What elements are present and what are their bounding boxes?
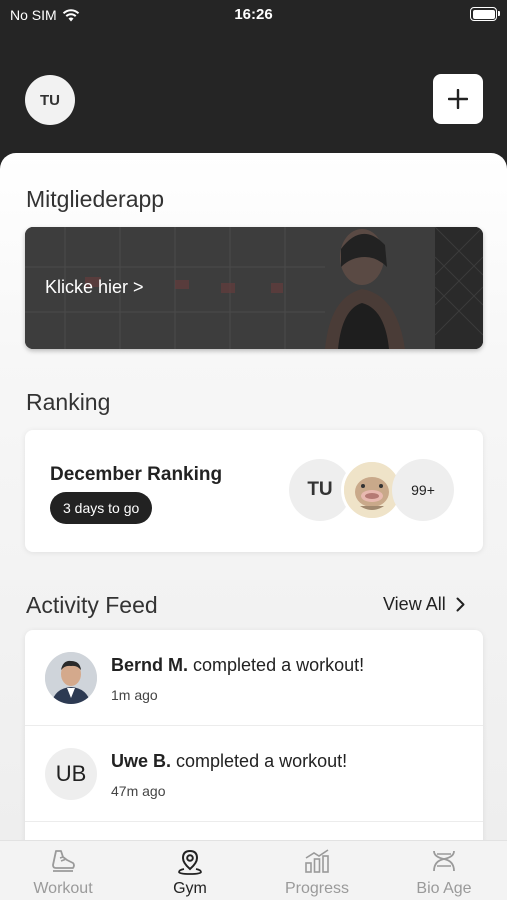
tab-label: Progress xyxy=(284,880,350,897)
list-item[interactable]: Bernd M. completed a workout! 1m ago xyxy=(25,630,483,726)
dna-icon xyxy=(433,850,455,872)
location-pin-icon xyxy=(178,849,202,875)
ranking-card[interactable]: December Ranking 3 days to go TU 99+ xyxy=(25,430,483,552)
tab-label: Workout xyxy=(33,880,93,897)
activity-time: 1m ago xyxy=(111,687,158,703)
activity-action: completed a workout! xyxy=(176,751,348,771)
ranking-card-title: December Ranking xyxy=(50,464,223,485)
banner-cta-link[interactable]: Klicke hier > xyxy=(45,277,144,298)
add-button[interactable] xyxy=(433,74,483,124)
tab-label: Bio Age xyxy=(416,880,472,897)
view-all-label: View All xyxy=(383,594,446,614)
member-app-banner[interactable]: Klicke hier > xyxy=(25,227,483,349)
shoe-icon xyxy=(52,850,75,872)
avatar: UB xyxy=(45,748,97,800)
tab-label: Gym xyxy=(173,880,207,897)
user-avatar-button[interactable]: TU xyxy=(25,75,75,125)
activity-time: 47m ago xyxy=(111,783,166,799)
view-all-link[interactable]: View All xyxy=(383,594,465,615)
activity-feed-card: Bernd M. completed a workout! 1m ago UB … xyxy=(25,630,483,843)
more-participants-badge: 99+ xyxy=(392,459,454,521)
ranking-heading: Ranking xyxy=(26,389,111,415)
tab-bio-age[interactable]: Bio Age xyxy=(381,841,507,900)
bottom-tab-bar: Workout Gym Progress Bio Age xyxy=(0,840,507,900)
tab-gym[interactable]: Gym xyxy=(127,841,253,900)
tab-workout[interactable]: Workout xyxy=(0,841,126,900)
status-bar: No SIM 16:26 xyxy=(0,0,507,30)
activity-text: Uwe B. completed a workout! xyxy=(111,751,347,772)
activity-text: Bernd M. completed a workout! xyxy=(111,655,364,676)
clock: 16:26 xyxy=(234,6,273,23)
activity-user-name: Bernd M. xyxy=(111,655,189,675)
activity-action: completed a workout! xyxy=(193,655,365,675)
main-content: Mitgliederapp Klicke hier > Ranking Dece… xyxy=(0,153,507,843)
plus-icon xyxy=(448,89,468,109)
chevron-right-icon xyxy=(456,597,465,612)
avatar xyxy=(45,652,97,704)
battery-icon xyxy=(470,7,500,21)
bar-chart-icon xyxy=(305,849,329,873)
activity-user-name: Uwe B. xyxy=(111,751,172,771)
tab-progress[interactable]: Progress xyxy=(254,841,380,900)
activity-feed-heading: Activity Feed xyxy=(26,592,158,618)
app-header: TU xyxy=(0,30,507,155)
list-item[interactable]: UB Uwe B. completed a workout! 47m ago xyxy=(25,726,483,822)
member-app-heading: Mitgliederapp xyxy=(26,186,165,212)
person-photo xyxy=(45,652,97,704)
days-remaining-badge: 3 days to go xyxy=(50,492,153,524)
